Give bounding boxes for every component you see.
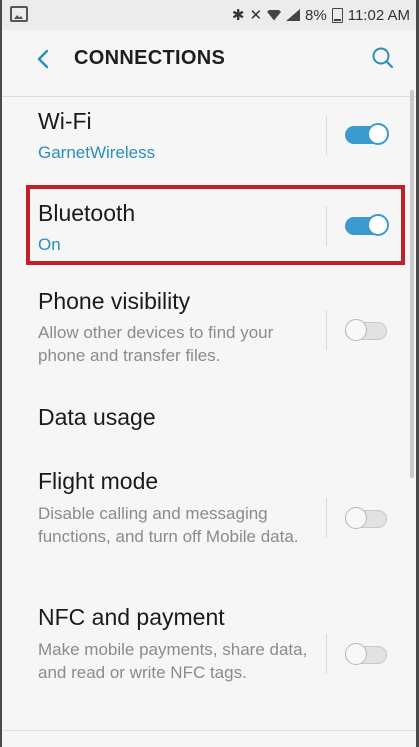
setting-title: Phone visibility [38,288,191,314]
row-divider [326,634,327,674]
setting-title: Flight mode [38,468,159,494]
list-top-divider [2,96,416,97]
setting-bluetooth[interactable]: Bluetooth On [2,192,416,262]
wifi-icon [267,9,282,21]
setting-subtitle: Disable calling and messaging functions,… [38,504,299,546]
search-button[interactable] [370,45,396,71]
setting-nfc-payment[interactable]: NFC and payment Make mobile payments, sh… [2,596,416,726]
row-divider [326,115,327,155]
setting-subtitle: Make mobile payments, share data, and re… [38,640,308,682]
setting-title: NFC and payment [38,604,225,630]
setting-phone-visibility[interactable]: Phone visibility Allow other devices to … [2,280,416,380]
image-notification-icon [10,6,28,22]
bluetooth-toggle[interactable] [345,214,389,238]
setting-subtitle: GarnetWireless [38,143,156,162]
signal-icon [286,9,301,21]
toggle-thumb [345,319,367,341]
setting-flight-mode[interactable]: Flight mode Disable calling and messagin… [2,460,416,590]
row-divider [326,310,327,350]
toggle-thumb [345,643,367,665]
setting-subtitle: Allow other devices to find your phone a… [38,323,274,365]
toggle-thumb [345,507,367,529]
phone-visibility-toggle[interactable] [345,319,389,343]
setting-title: Wi-Fi [38,108,92,134]
mute-vibrate-icon: ✕ [249,7,263,24]
setting-wifi[interactable]: Wi-Fi GarnetWireless [2,106,416,184]
battery-percent: 8% [305,6,327,24]
status-bar: ✱ ✕ 8% 11:02 AM [2,0,416,30]
setting-subtitle: On [38,235,61,254]
back-button[interactable] [32,46,56,72]
row-divider [326,206,327,246]
clock: 11:02 AM [347,6,410,24]
battery-icon [331,7,343,23]
search-icon [372,47,394,69]
setting-data-usage[interactable]: Data usage [2,388,416,450]
wifi-toggle[interactable] [345,123,389,147]
list-bottom-divider [2,730,416,731]
flight-mode-toggle[interactable] [345,507,389,531]
bluetooth-icon: ✱ [231,7,245,24]
chevron-left-icon [37,49,49,69]
phone-screen: ✱ ✕ 8% 11:02 AM CONNECTIONS Wi-Fi Garnet… [2,0,416,747]
setting-title: Data usage [38,404,156,430]
toggle-thumb [367,214,389,236]
row-divider [326,498,327,538]
setting-title: Bluetooth [38,200,136,226]
toggle-thumb [367,123,389,145]
app-bar: CONNECTIONS [2,30,416,88]
page-title: CONNECTIONS [74,47,226,69]
nfc-toggle[interactable] [345,643,389,667]
settings-list: Wi-Fi GarnetWireless Bluetooth On Phone … [2,88,416,747]
